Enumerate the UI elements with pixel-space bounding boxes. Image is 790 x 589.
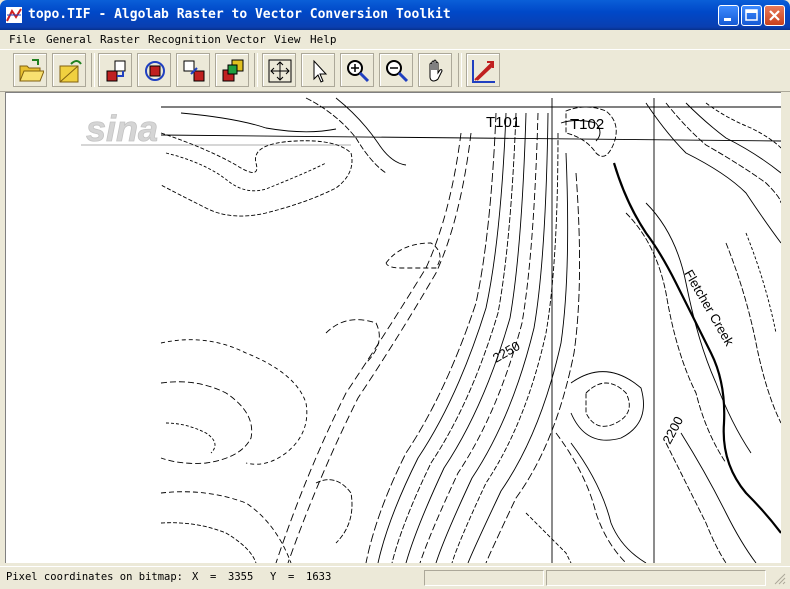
menu-vector[interactable]: Vector — [226, 33, 266, 46]
township-label-t102: T102 — [570, 116, 604, 133]
zoom-out-icon — [386, 60, 409, 83]
open-folder-icon — [19, 59, 44, 82]
status-x-label: X — [192, 571, 199, 583]
status-x-value: 3355 — [228, 571, 254, 583]
raster-rotate-icon — [145, 61, 165, 81]
creek-label: Fletcher Creek — [681, 267, 737, 349]
vectorize-icon — [472, 60, 495, 83]
topographic-map: sina T101 T102 2250 2200 Fletcher Creek — [81, 97, 781, 563]
save-raster-button[interactable] — [52, 53, 86, 87]
close-button[interactable] — [764, 5, 785, 26]
contour-label-2200: 2200 — [659, 414, 686, 447]
fit-to-window-button[interactable] — [262, 53, 296, 87]
watermark-logo: sina — [81, 108, 351, 149]
contour-label-2250: 2250 — [490, 338, 523, 365]
close-icon — [769, 10, 780, 21]
svg-text:sina: sina — [86, 108, 158, 149]
status-panel-progress — [424, 570, 544, 586]
raster-edit-button[interactable] — [98, 53, 132, 87]
title-bar[interactable]: topo.TIF - Algolab Raster to Vector Conv… — [0, 0, 790, 30]
menu-help[interactable]: Help — [310, 33, 337, 46]
pan-hand-icon — [429, 59, 443, 82]
maximize-icon — [745, 9, 758, 21]
toolbar-separator — [458, 53, 462, 87]
open-button[interactable] — [13, 53, 47, 87]
minimize-button[interactable] — [718, 5, 739, 26]
zoom-out-button[interactable] — [379, 53, 413, 87]
toolbar — [0, 49, 790, 92]
raster-combine-button[interactable] — [176, 53, 210, 87]
select-arrow-icon — [313, 59, 328, 83]
save-raster-icon — [59, 60, 82, 83]
status-y-value: 1633 — [306, 571, 332, 583]
toolbar-separator — [254, 53, 258, 87]
status-bar: Pixel coordinates on bitmap: X = 3355 Y … — [0, 566, 790, 589]
status-panel-info — [546, 570, 766, 586]
township-label-t101: T101 — [486, 114, 520, 131]
status-y-eq: = — [288, 571, 295, 583]
resize-grip-icon[interactable] — [774, 573, 786, 585]
window-title: topo.TIF - Algolab Raster to Vector Conv… — [28, 7, 451, 22]
raster-combine-icon — [183, 60, 205, 82]
pan-button[interactable] — [418, 53, 452, 87]
menu-general[interactable]: General — [46, 33, 92, 46]
zoom-in-icon — [347, 60, 370, 83]
menu-raster[interactable]: Raster — [100, 33, 140, 46]
raster-edit-icon — [106, 60, 126, 82]
raster-layers-button[interactable] — [215, 53, 249, 87]
menu-bar: File General Raster Recognition Vector V… — [0, 30, 790, 49]
maximize-button[interactable] — [741, 5, 762, 26]
raster-layers-icon — [222, 59, 244, 82]
minimize-icon — [724, 18, 731, 21]
vertical-scrollbar[interactable] — [781, 92, 787, 562]
vectorize-button[interactable] — [466, 53, 500, 87]
menu-view[interactable]: View — [274, 33, 301, 46]
status-x-eq: = — [210, 571, 217, 583]
status-label: Pixel coordinates on bitmap: — [6, 571, 184, 583]
toolbar-separator — [91, 53, 95, 87]
fit-to-window-icon — [268, 59, 292, 83]
status-y-label: Y — [270, 571, 277, 583]
app-icon — [6, 7, 22, 23]
zoom-in-button[interactable] — [340, 53, 374, 87]
menu-recognition[interactable]: Recognition — [148, 33, 221, 46]
raster-rotate-button[interactable] — [137, 53, 171, 87]
select-button[interactable] — [301, 53, 335, 87]
raster-canvas[interactable]: sina T101 T102 2250 2200 Fletcher Creek — [5, 92, 781, 563]
menu-file[interactable]: File — [9, 33, 36, 46]
